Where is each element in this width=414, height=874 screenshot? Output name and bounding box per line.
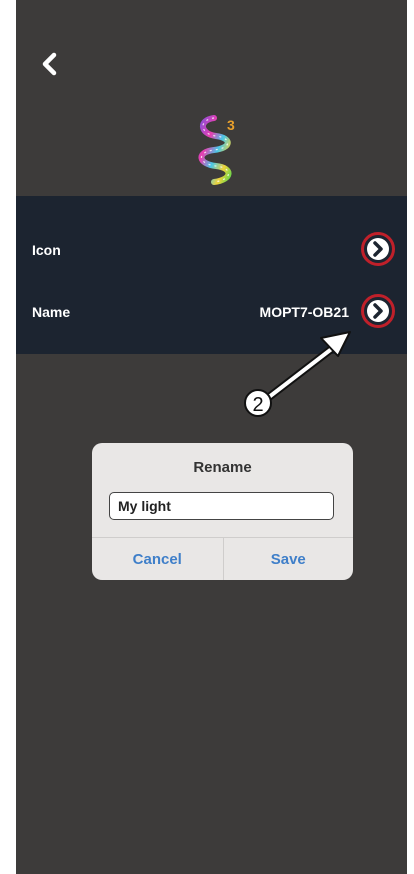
chevron-right-icon[interactable] (361, 232, 395, 266)
save-button[interactable]: Save (222, 538, 354, 580)
rename-input[interactable] (109, 492, 334, 520)
dialog-actions: Cancel Save (92, 537, 353, 580)
step-number: 2 (252, 394, 263, 416)
device-count-badge: 3 (227, 117, 235, 133)
icon-row-label: Icon (32, 242, 61, 258)
chevron-left-icon[interactable] (36, 50, 64, 78)
name-row-label: Name (32, 304, 71, 320)
app-screen: 3 Icon Name MOPT7-OB21 2 Rename My light… (16, 0, 407, 874)
dialog-title: Rename (193, 459, 252, 476)
settings-row-name[interactable]: Name MOPT7-OB21 (16, 284, 407, 342)
chevron-right-icon[interactable] (361, 294, 395, 328)
cancel-button[interactable]: Cancel (92, 538, 223, 580)
settings-row-icon[interactable]: Icon (16, 222, 407, 280)
device-name-value: MOPT7-OB21 (259, 304, 349, 320)
rename-dialog: Rename Cancel Save (92, 443, 353, 580)
settings-panel: Icon Name MOPT7-OB21 (16, 196, 407, 354)
